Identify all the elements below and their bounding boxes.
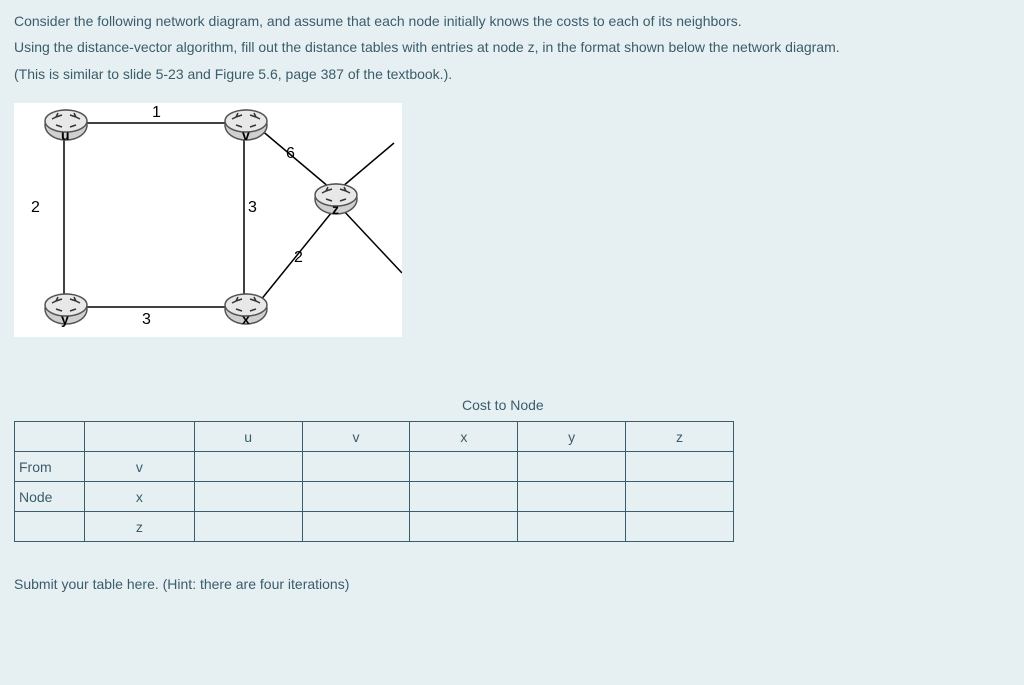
cell-z-u <box>194 512 302 542</box>
question-line-1: Consider the following network diagram, … <box>14 10 1010 32</box>
header-v: v <box>302 422 410 452</box>
cell-v-x <box>410 452 518 482</box>
cell-v-u <box>194 452 302 482</box>
header-z: z <box>626 422 734 452</box>
sub-label-x: x <box>84 482 194 512</box>
router-y-label: y <box>61 311 69 327</box>
question-line-3: (This is similar to slide 5-23 and Figur… <box>14 63 1010 85</box>
cell-x-z <box>626 482 734 512</box>
router-x-label: x <box>242 311 250 327</box>
header-empty-1 <box>15 422 85 452</box>
network-diagram: u v y x <box>14 103 402 337</box>
cell-x-x <box>410 482 518 512</box>
question-prompt: Consider the following network diagram, … <box>14 10 1010 85</box>
router-u-label: u <box>61 127 70 143</box>
edge-uy-label: 2 <box>31 199 40 217</box>
distance-table: u v x y z From v Node x z <box>14 421 734 542</box>
header-empty-2 <box>84 422 194 452</box>
edge-xz-label: 2 <box>294 249 303 267</box>
cost-to-node-title: Cost to Node <box>462 397 1010 413</box>
node-label: Node <box>15 482 85 512</box>
from-label: From <box>15 452 85 482</box>
edge-uv-label: 1 <box>152 104 161 122</box>
cell-v-z <box>626 452 734 482</box>
question-line-2: Using the distance-vector algorithm, fil… <box>14 36 1010 58</box>
cell-x-v <box>302 482 410 512</box>
cell-x-y <box>518 482 626 512</box>
sub-label-z: z <box>84 512 194 542</box>
edge-vz-label: 6 <box>286 145 295 163</box>
cell-z-z <box>626 512 734 542</box>
cell-x-u <box>194 482 302 512</box>
table-row: z <box>15 512 734 542</box>
router-z-label: z <box>332 201 339 217</box>
header-x: x <box>410 422 518 452</box>
cell-z-x <box>410 512 518 542</box>
edge-vx-label: 3 <box>248 199 257 217</box>
cell-v-y <box>518 452 626 482</box>
sub-label-v: v <box>84 452 194 482</box>
router-v-label: v <box>242 127 250 143</box>
table-row: From v <box>15 452 734 482</box>
cell-v-v <box>302 452 410 482</box>
empty-label <box>15 512 85 542</box>
cell-z-v <box>302 512 410 542</box>
submit-hint: Submit your table here. (Hint: there are… <box>14 576 1010 592</box>
cell-z-y <box>518 512 626 542</box>
edge-yx-label: 3 <box>142 311 151 329</box>
header-u: u <box>194 422 302 452</box>
header-y: y <box>518 422 626 452</box>
table-header-row: u v x y z <box>15 422 734 452</box>
table-row: Node x <box>15 482 734 512</box>
